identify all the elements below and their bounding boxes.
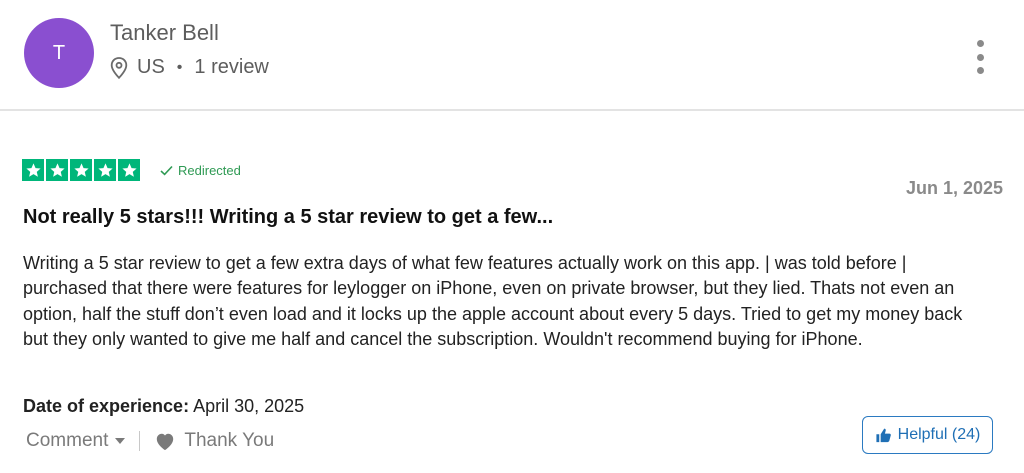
avatar-initial: T bbox=[52, 41, 66, 64]
star-icon bbox=[46, 159, 68, 181]
redirected-badge[interactable]: Redirected bbox=[160, 163, 241, 178]
action-divider bbox=[139, 431, 141, 451]
star-icon bbox=[70, 159, 92, 181]
review-body: Writing a 5 star review to get a few ext… bbox=[23, 253, 963, 350]
reviewer-header: T Tanker Bell US • 1 review bbox=[0, 0, 1024, 111]
experience-date: April 30, 2025 bbox=[193, 396, 305, 416]
comment-button[interactable]: Comment bbox=[26, 430, 126, 452]
heart-icon bbox=[157, 433, 174, 451]
thank-you-button[interactable]: Thank You bbox=[154, 430, 274, 452]
map-pin-icon bbox=[110, 56, 128, 79]
chevron-down-icon bbox=[115, 438, 126, 444]
reviewer-location: US bbox=[137, 56, 165, 78]
star-icon bbox=[118, 159, 140, 181]
thank-you-label: Thank You bbox=[184, 430, 275, 451]
star-icon bbox=[22, 159, 44, 181]
avatar[interactable]: T bbox=[24, 18, 94, 88]
thumbs-up-icon bbox=[876, 428, 891, 443]
more-vertical-icon-dot bbox=[976, 40, 984, 47]
reviewer-name[interactable]: Tanker Bell bbox=[110, 20, 219, 46]
review-actions: Comment Thank You bbox=[26, 430, 274, 452]
more-options-button[interactable] bbox=[970, 40, 990, 74]
helpful-button[interactable]: Helpful (24) bbox=[862, 416, 993, 454]
more-vertical-icon-dot bbox=[976, 67, 984, 74]
helpful-label: Helpful (24) bbox=[897, 426, 981, 443]
check-icon bbox=[160, 165, 173, 176]
comment-label: Comment bbox=[26, 430, 109, 451]
review-date: Jun 1, 2025 bbox=[905, 178, 1003, 198]
meta-separator: • bbox=[176, 58, 183, 76]
more-vertical-icon-dot bbox=[976, 53, 984, 61]
star-rating bbox=[22, 159, 140, 181]
review-count: 1 review bbox=[194, 56, 269, 78]
star-icon bbox=[94, 159, 116, 181]
date-of-experience: Date of experience: April 30, 2025 bbox=[23, 396, 304, 417]
review-title[interactable]: Not really 5 stars!!! Writing a 5 star r… bbox=[23, 206, 553, 229]
redirected-label: Redirected bbox=[178, 163, 241, 178]
reviewer-meta: US • 1 review bbox=[110, 56, 269, 79]
experience-label: Date of experience: bbox=[23, 396, 190, 416]
